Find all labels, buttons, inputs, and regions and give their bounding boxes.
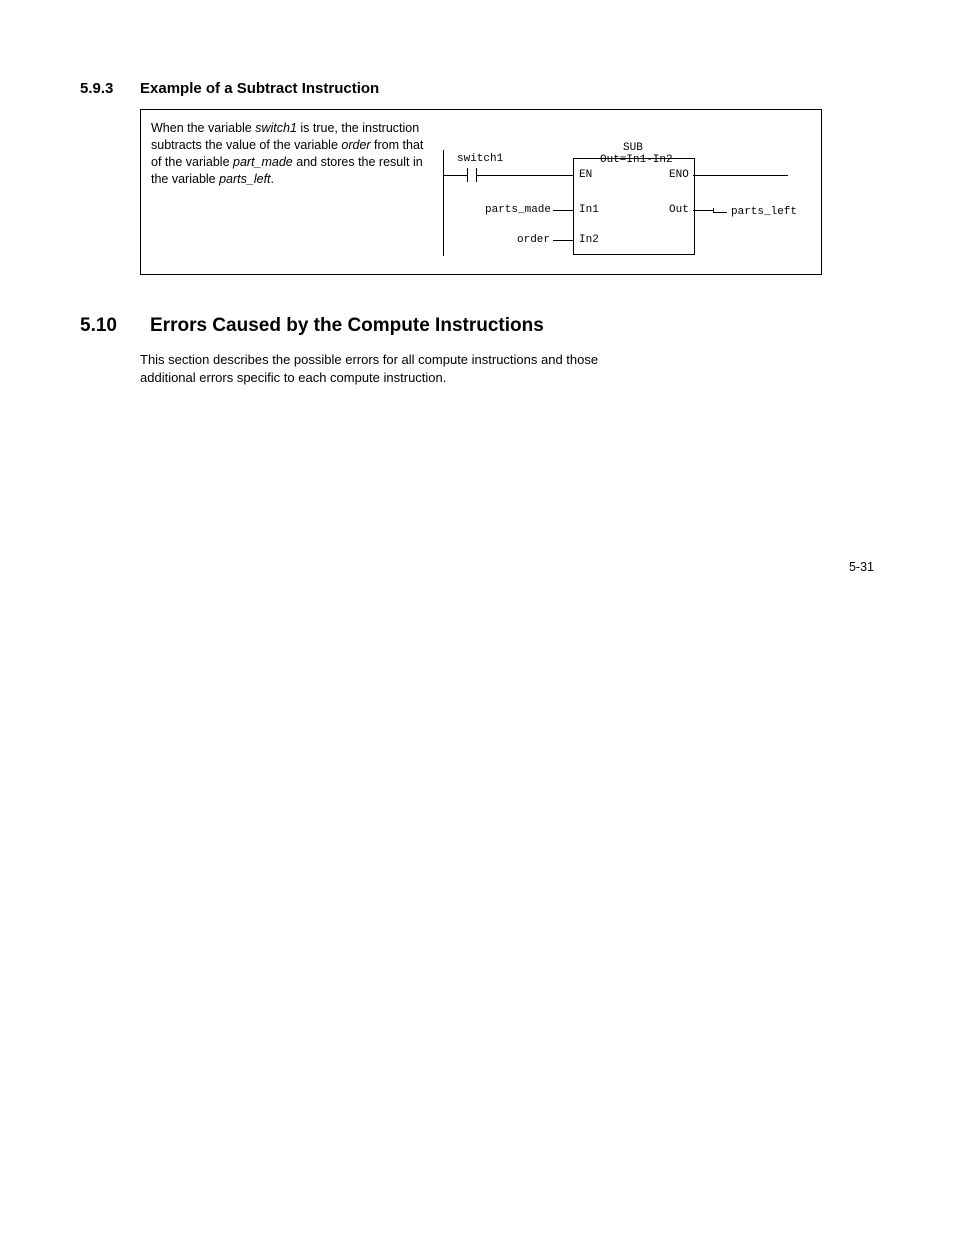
- port-in2: In2: [579, 234, 599, 246]
- wire: [693, 175, 788, 176]
- subsection-number: 5.9.3: [80, 80, 140, 97]
- port-en: EN: [579, 169, 592, 181]
- desc-text: When the variable: [151, 121, 255, 135]
- example-box: When the variable switch1 is true, the i…: [140, 109, 822, 275]
- label-order: order: [517, 234, 550, 246]
- wire: [693, 210, 713, 211]
- ladder-diagram: switch1 parts_made order SUB Out=In1-In2…: [443, 120, 811, 260]
- section-heading: 5.10 Errors Caused by the Compute Instru…: [80, 315, 884, 337]
- port-out: Out: [669, 204, 689, 216]
- wire: [713, 212, 727, 213]
- label-parts-made: parts_made: [485, 204, 551, 216]
- label-parts-left: parts_left: [731, 206, 797, 218]
- port-eno: ENO: [669, 169, 689, 181]
- subsection-title: Example of a Subtract Instruction: [140, 80, 379, 97]
- wire: [459, 175, 467, 176]
- wire: [553, 240, 573, 241]
- left-rail: [443, 150, 444, 256]
- page-number: 5-31: [849, 560, 874, 574]
- section-title: Errors Caused by the Compute Instruction…: [150, 315, 544, 337]
- section-paragraph: This section describes the possible erro…: [140, 351, 610, 387]
- var-switch1: switch1: [255, 121, 297, 135]
- subsection-heading: 5.9.3 Example of a Subtract Instruction: [80, 80, 884, 97]
- var-order: order: [341, 138, 370, 152]
- section-number: 5.10: [80, 315, 150, 337]
- wire: [481, 175, 573, 176]
- port-in1: In1: [579, 204, 599, 216]
- var-part-made: part_made: [233, 155, 293, 169]
- block-title: SUB: [623, 142, 643, 154]
- desc-text: .: [271, 172, 274, 186]
- example-description: When the variable switch1 is true, the i…: [151, 120, 431, 260]
- wire: [553, 210, 573, 211]
- label-switch1: switch1: [457, 153, 503, 165]
- block-expr: Out=In1-In2: [600, 154, 673, 166]
- var-parts-left: parts_left: [219, 172, 270, 186]
